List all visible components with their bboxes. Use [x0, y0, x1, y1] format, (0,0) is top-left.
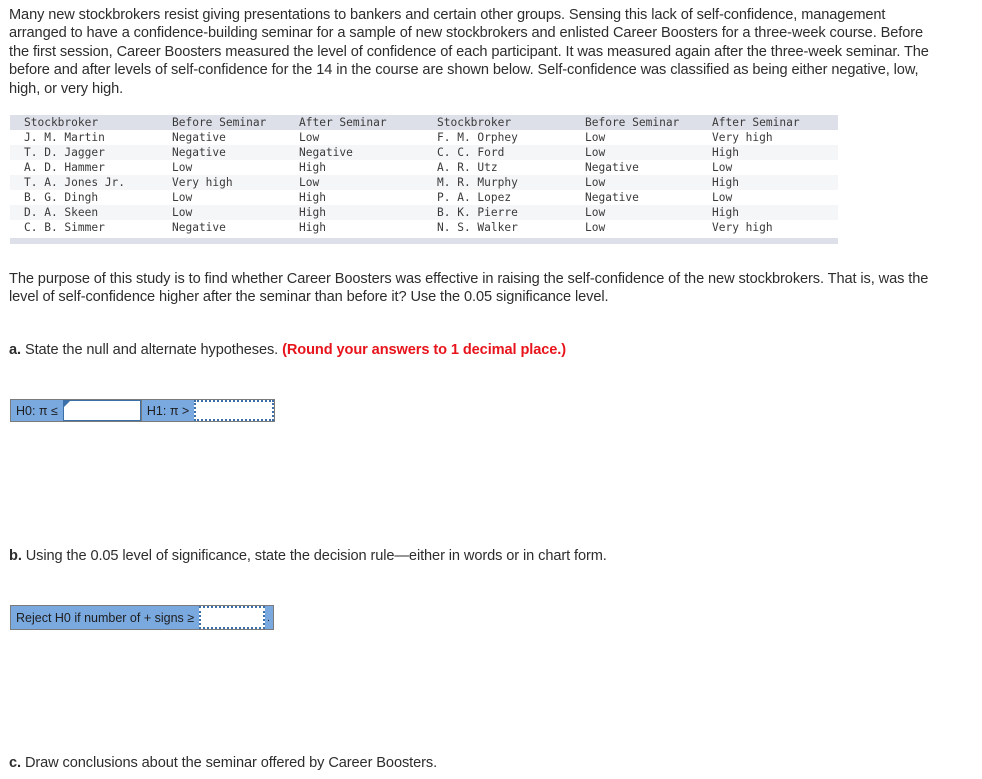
cell-stockbroker: C. B. Simmer: [24, 221, 105, 234]
cell-stockbroker: A. D. Hammer: [24, 161, 105, 174]
decision-rule-label: Reject H0 if number of + signs ≥: [16, 610, 195, 625]
question-b: b. Using the 0.05 level of significance,…: [9, 547, 949, 565]
question-a-text: State the null and alternate hypotheses.: [20, 342, 283, 358]
cell-after: High: [299, 221, 326, 234]
header-before-seminar: Before Seminar: [172, 116, 267, 129]
cell-before: Negative: [172, 131, 226, 144]
cell-stockbroker: B. K. Pierre: [437, 206, 518, 219]
header-stockbroker-2: Stockbroker: [437, 116, 512, 129]
question-a-label: a.: [9, 342, 21, 358]
cell-before: Negative: [585, 191, 639, 204]
question-c: c. Draw conclusions about the seminar of…: [9, 754, 949, 772]
hypotheses-answer-row: H0: π ≤ H1: π >: [10, 399, 276, 422]
question-c-label: c.: [9, 755, 21, 771]
cell-stockbroker: C. C. Ford: [437, 146, 505, 159]
cell-before: Low: [172, 191, 193, 204]
cell-stockbroker: T. A. Jones Jr.: [24, 176, 126, 189]
table-row: J. M. Martin Negative Low F. M. Orphey L…: [10, 130, 838, 145]
cell-stockbroker: M. R. Murphy: [437, 176, 518, 189]
decision-rule-row: Reject H0 if number of + signs ≥ .: [10, 605, 274, 630]
decision-rule-input[interactable]: [199, 606, 266, 629]
cell-before: Negative: [585, 161, 639, 174]
h1-label: H1: π >: [140, 400, 194, 421]
cell-after: Low: [299, 176, 320, 189]
h0-input-wrap: [62, 400, 141, 421]
decision-rule-suffix: .: [267, 613, 270, 624]
cell-after: Very high: [712, 221, 773, 234]
cell-after: Low: [299, 131, 320, 144]
table-row: B. G. Dingh Low High P. A. Lopez Negativ…: [10, 190, 838, 205]
table-row: C. B. Simmer Negative High N. S. Walker …: [10, 220, 838, 238]
cell-stockbroker: A. R. Utz: [437, 161, 498, 174]
cell-before: Low: [172, 161, 193, 174]
question-c-text: Draw conclusions about the seminar offer…: [20, 755, 438, 771]
h0-label: H0: π ≤: [16, 403, 58, 418]
cell-before: Negative: [172, 221, 226, 234]
table-row: A. D. Hammer Low High A. R. Utz Negative…: [10, 160, 838, 175]
cell-before: Very high: [172, 176, 233, 189]
cell-before: Low: [585, 131, 606, 144]
cell-after: High: [299, 161, 326, 174]
cell-before: Low: [172, 206, 193, 219]
question-a: a. State the null and alternate hypothes…: [9, 341, 949, 359]
question-b-label: b.: [9, 548, 22, 564]
table-footer-bar: [10, 238, 838, 244]
header-after-seminar: After Seminar: [299, 116, 387, 129]
purpose-text: The purpose of this study is to find whe…: [9, 271, 929, 306]
cell-stockbroker: P. A. Lopez: [437, 191, 512, 204]
cell-after: High: [712, 176, 739, 189]
cell-after: Very high: [712, 131, 773, 144]
cell-after: Low: [712, 161, 733, 174]
header-after-seminar-2: After Seminar: [712, 116, 800, 129]
cell-before: Negative: [172, 146, 226, 159]
confidence-table: Stockbroker Before Seminar After Seminar…: [10, 115, 838, 244]
table-header-row: Stockbroker Before Seminar After Seminar…: [10, 115, 838, 130]
cell-stockbroker: T. D. Jagger: [24, 146, 105, 159]
cell-before: Low: [585, 206, 606, 219]
table-row: T. D. Jagger Negative Negative C. C. For…: [10, 145, 838, 160]
cell-stockbroker: J. M. Martin: [24, 131, 105, 144]
cell-before: Low: [585, 221, 606, 234]
table-row: D. A. Skeen Low High B. K. Pierre Low Hi…: [10, 205, 838, 220]
cell-after: High: [712, 206, 739, 219]
cell-stockbroker: D. A. Skeen: [24, 206, 99, 219]
header-before-seminar-2: Before Seminar: [585, 116, 680, 129]
cell-stockbroker: N. S. Walker: [437, 221, 518, 234]
problem-intro: Many new stockbrokers resist giving pres…: [9, 7, 929, 97]
h0-input[interactable]: [62, 400, 141, 421]
cell-before: Low: [585, 146, 606, 159]
cell-after: Negative: [299, 146, 353, 159]
cell-after: Low: [712, 191, 733, 204]
question-b-text: Using the 0.05 level of significance, st…: [21, 548, 607, 564]
rounding-instruction: (Round your answers to 1 decimal place.): [282, 342, 566, 358]
cell-stockbroker: F. M. Orphey: [437, 131, 518, 144]
table-row: T. A. Jones Jr. Very high Low M. R. Murp…: [10, 175, 838, 190]
cell-after: High: [299, 206, 326, 219]
h1-input[interactable]: [194, 400, 275, 421]
input-flag-icon: [63, 401, 70, 407]
header-stockbroker: Stockbroker: [24, 116, 99, 129]
cell-before: Low: [585, 176, 606, 189]
cell-after: High: [299, 191, 326, 204]
cell-stockbroker: B. G. Dingh: [24, 191, 99, 204]
cell-after: High: [712, 146, 739, 159]
